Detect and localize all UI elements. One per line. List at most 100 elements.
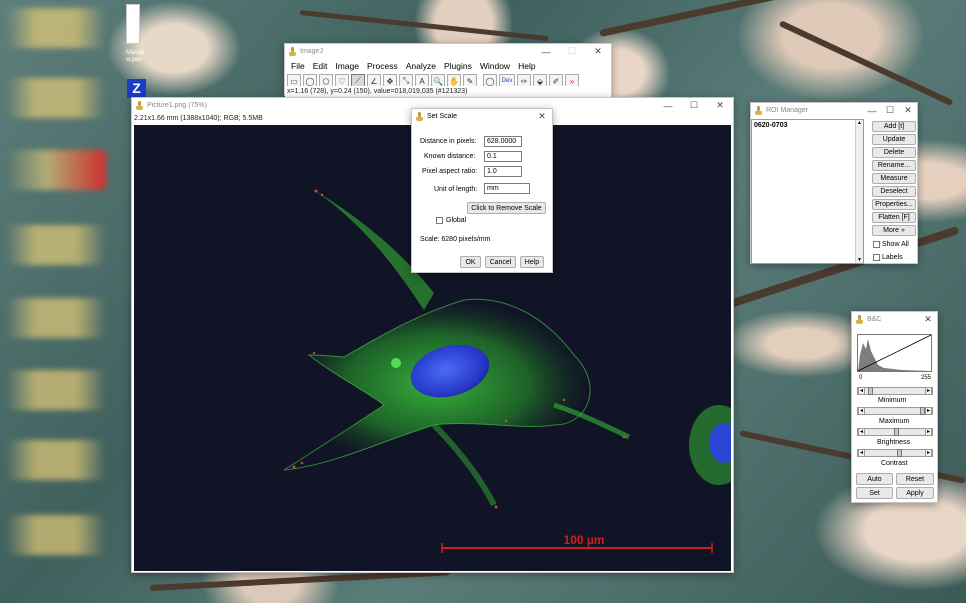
show-all-label: Show All bbox=[882, 241, 909, 248]
desktop-folder-icon[interactable] bbox=[6, 150, 106, 190]
slider-knob[interactable] bbox=[868, 387, 873, 395]
menu-window[interactable]: Window bbox=[476, 61, 514, 71]
maximize-button[interactable]: ☐ bbox=[559, 44, 585, 59]
labels-checkbox[interactable] bbox=[873, 254, 880, 261]
labels-label: Labels bbox=[882, 254, 903, 261]
apply-button[interactable]: Apply bbox=[896, 487, 934, 499]
brightness-label: Brightness bbox=[877, 439, 911, 446]
slider-knob[interactable] bbox=[894, 428, 899, 436]
menu-process[interactable]: Process bbox=[363, 61, 402, 71]
set-button[interactable]: Set bbox=[856, 487, 893, 499]
close-button[interactable]: ✕ bbox=[707, 98, 733, 113]
close-button[interactable]: ✕ bbox=[585, 44, 611, 59]
menu-image[interactable]: Image bbox=[331, 61, 363, 71]
set-scale-dialog: Set Scale ✕ Distance in pixels: 628.0000… bbox=[411, 108, 553, 273]
menu-plugins[interactable]: Plugins bbox=[440, 61, 476, 71]
global-label: Global bbox=[446, 217, 467, 224]
roi-add-button[interactable]: Add [t] bbox=[872, 121, 916, 132]
set-scale-title: Set Scale bbox=[427, 113, 457, 120]
minimize-button[interactable]: — bbox=[863, 103, 881, 118]
roi-rename-button[interactable]: Rename... bbox=[872, 160, 916, 171]
pixel-aspect-ratio-field[interactable]: 1.0 bbox=[484, 166, 522, 177]
roi-list[interactable]: 0620-0703 ▲ ▼ bbox=[751, 119, 864, 264]
cancel-button[interactable]: Cancel bbox=[485, 256, 516, 268]
image-app-icon bbox=[136, 101, 144, 110]
roi-manager-titlebar[interactable]: ROI Manager — ☐ ✕ bbox=[751, 103, 917, 118]
desktop-folder-icon[interactable] bbox=[6, 440, 106, 480]
roi-list-scrollbar[interactable]: ▲ ▼ bbox=[855, 120, 863, 263]
roi-delete-button[interactable]: Delete bbox=[872, 147, 916, 158]
roi-properties-button[interactable]: Properties... bbox=[872, 199, 916, 210]
bc-title: B&C bbox=[867, 316, 882, 323]
roi-app-icon bbox=[755, 106, 763, 115]
desktop-icons: Mandu w.pan Z bbox=[0, 0, 146, 603]
unit-of-length-label: Unit of length: bbox=[434, 186, 478, 193]
histogram-max-label: 255 bbox=[921, 375, 932, 381]
slider-left-arrow-icon[interactable]: ◂ bbox=[858, 449, 865, 457]
minimum-slider[interactable]: ◂ ▸ bbox=[857, 387, 933, 395]
menu-edit[interactable]: Edit bbox=[309, 61, 332, 71]
close-button[interactable]: ✕ bbox=[899, 103, 917, 118]
roi-deselect-button[interactable]: Deselect bbox=[872, 186, 916, 197]
menu-help[interactable]: Help bbox=[514, 61, 539, 71]
image-window-title: Picture1.png (75%) bbox=[147, 102, 207, 109]
desktop-folder-icon[interactable] bbox=[6, 370, 106, 410]
reset-button[interactable]: Reset bbox=[896, 473, 934, 485]
desktop-folder-icon[interactable] bbox=[6, 298, 106, 338]
distance-in-pixels-label: Distance in pixels: bbox=[420, 138, 477, 145]
roi-manager-title: ROI Manager bbox=[766, 107, 809, 114]
app-shortcut-icon[interactable]: Z bbox=[127, 79, 146, 98]
slider-right-arrow-icon[interactable]: ▸ bbox=[925, 449, 932, 457]
scroll-down-icon[interactable]: ▼ bbox=[856, 257, 863, 263]
remove-scale-button[interactable]: Click to Remove Scale bbox=[467, 202, 546, 214]
desktop-folder-icon[interactable] bbox=[6, 225, 106, 265]
cell-protrusion bbox=[431, 422, 497, 507]
roi-measure-button[interactable]: Measure bbox=[872, 173, 916, 184]
slider-right-arrow-icon[interactable]: ▸ bbox=[925, 428, 932, 436]
roi-list-item[interactable]: 0620-0703 bbox=[752, 120, 863, 131]
desktop-folder-icon[interactable] bbox=[6, 515, 106, 555]
histogram-area bbox=[858, 339, 931, 371]
ok-button[interactable]: OK bbox=[460, 256, 481, 268]
minimize-button[interactable]: — bbox=[533, 44, 559, 59]
maximize-button[interactable]: ☐ bbox=[681, 98, 707, 113]
wallpaper-branch bbox=[778, 20, 954, 107]
close-button[interactable]: ✕ bbox=[532, 109, 552, 124]
slider-left-arrow-icon[interactable]: ◂ bbox=[858, 428, 865, 436]
document-icon[interactable] bbox=[126, 4, 140, 44]
unit-of-length-field[interactable]: mm bbox=[484, 183, 530, 194]
pixel-aspect-ratio-label: Pixel aspect ratio: bbox=[422, 168, 478, 175]
roi-update-button[interactable]: Update bbox=[872, 134, 916, 145]
minimize-button[interactable]: — bbox=[655, 98, 681, 113]
imagej-titlebar[interactable]: ImageJ — ☐ ✕ bbox=[285, 44, 611, 59]
auto-button[interactable]: Auto bbox=[856, 473, 893, 485]
desktop-icon-label: w.pan bbox=[126, 57, 142, 63]
slider-knob[interactable] bbox=[897, 449, 902, 457]
show-all-checkbox[interactable] bbox=[873, 241, 880, 248]
menu-file[interactable]: File bbox=[287, 61, 309, 71]
global-checkbox[interactable] bbox=[436, 217, 443, 224]
bc-titlebar[interactable]: B&C ✕ bbox=[852, 312, 937, 327]
maximize-button[interactable]: ☐ bbox=[881, 103, 899, 118]
desktop-folder-icon[interactable] bbox=[6, 78, 106, 118]
scroll-up-icon[interactable]: ▲ bbox=[856, 120, 863, 126]
dialog-app-icon bbox=[416, 112, 424, 121]
set-scale-titlebar[interactable]: Set Scale ✕ bbox=[412, 109, 552, 124]
slider-right-arrow-icon[interactable]: ▸ bbox=[925, 407, 932, 415]
menu-analyze[interactable]: Analyze bbox=[402, 61, 440, 71]
maximum-slider[interactable]: ◂ ▸ bbox=[857, 407, 933, 415]
slider-left-arrow-icon[interactable]: ◂ bbox=[858, 407, 865, 415]
close-button[interactable]: ✕ bbox=[919, 312, 937, 327]
desktop-folder-icon[interactable] bbox=[6, 8, 106, 48]
roi-flatten-button[interactable]: Flatten [F] bbox=[872, 212, 916, 223]
roi-more-button[interactable]: More » bbox=[872, 225, 916, 236]
wallpaper-branch bbox=[299, 10, 549, 42]
slider-left-arrow-icon[interactable]: ◂ bbox=[858, 387, 865, 395]
minimum-label: Minimum bbox=[878, 397, 907, 404]
known-distance-field[interactable]: 0.1 bbox=[484, 151, 522, 162]
distance-in-pixels-field[interactable]: 628.0000 bbox=[484, 136, 522, 147]
contrast-slider[interactable]: ◂ ▸ bbox=[857, 449, 933, 457]
brightness-slider[interactable]: ◂ ▸ bbox=[857, 428, 933, 436]
slider-right-arrow-icon[interactable]: ▸ bbox=[925, 387, 932, 395]
help-button[interactable]: Help bbox=[520, 256, 544, 268]
